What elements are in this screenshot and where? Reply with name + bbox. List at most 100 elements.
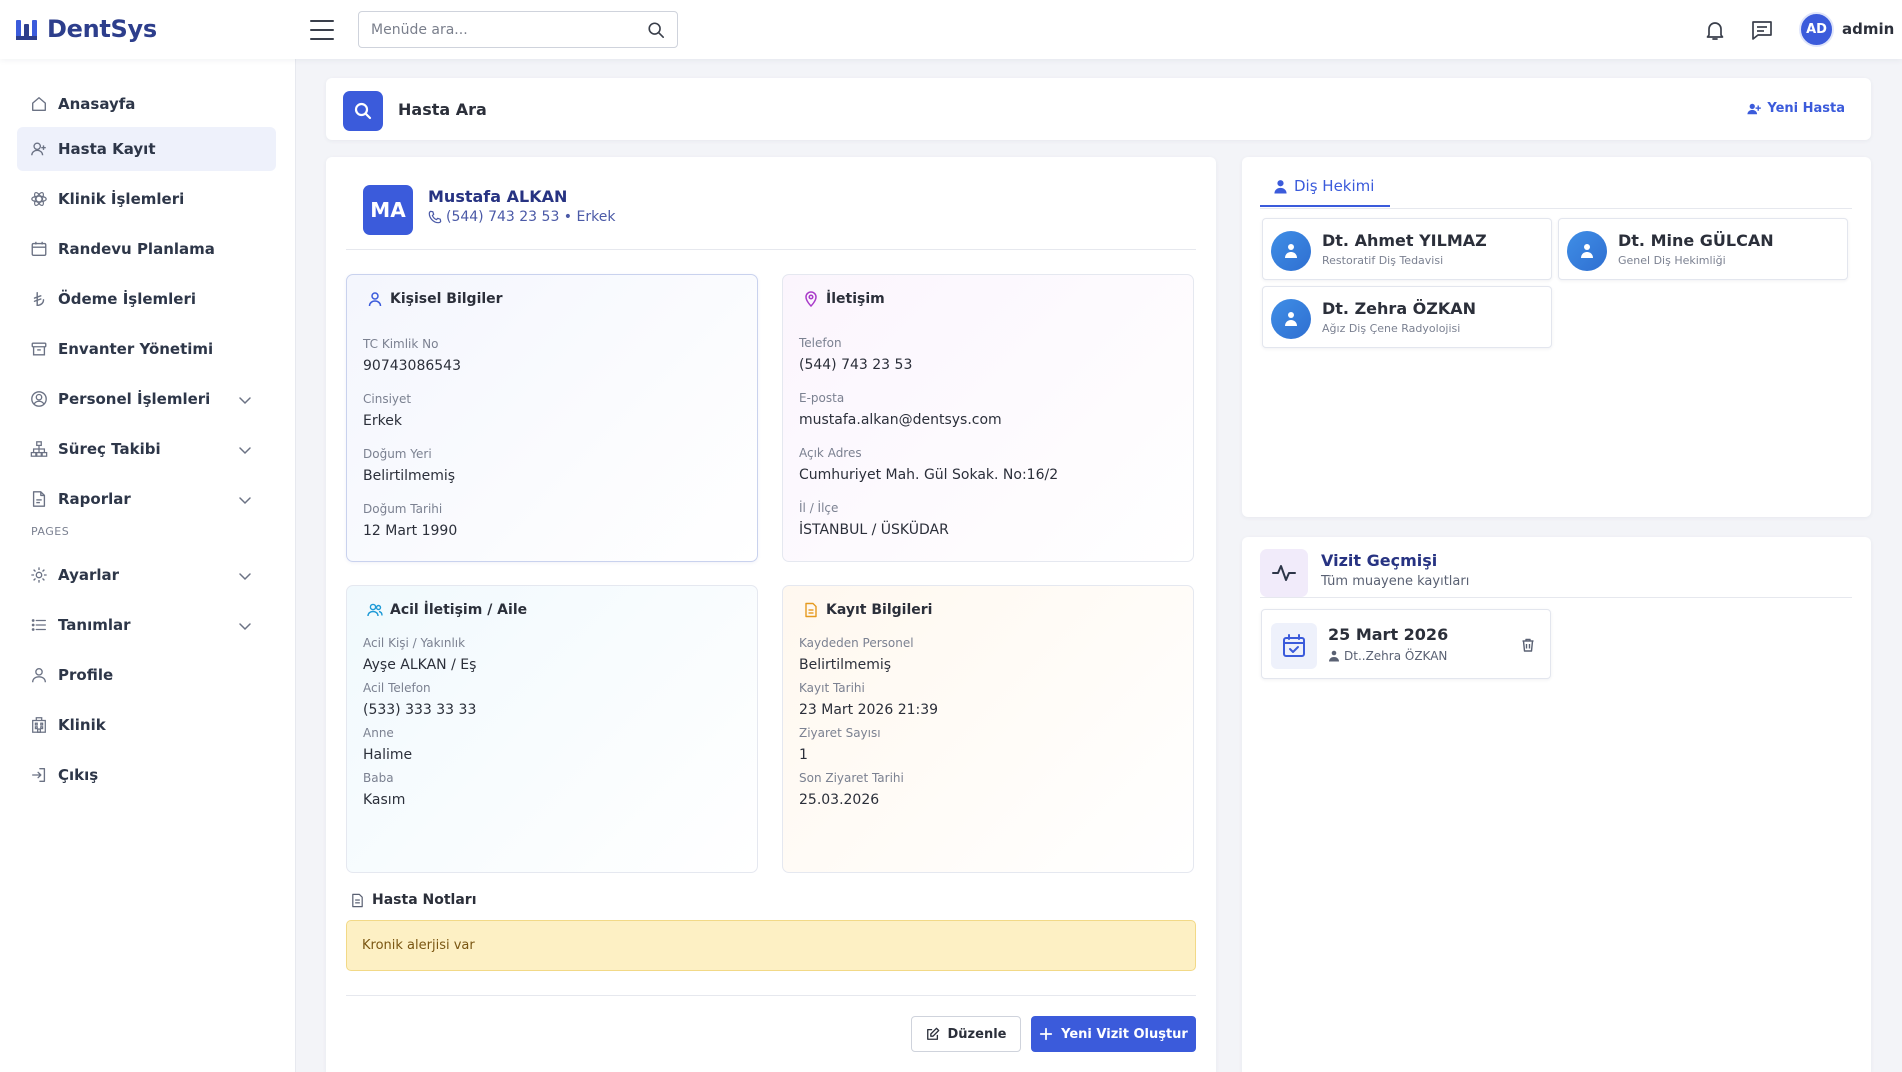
sidebar-item-home[interactable]: Anasayfa xyxy=(17,82,276,126)
patient-name: Mustafa ALKAN xyxy=(428,187,568,206)
tc-number-value: 90743086543 xyxy=(363,358,461,374)
registered-by-value: Belirtilmemiş xyxy=(799,657,892,673)
brand-name: DentSys xyxy=(47,15,157,43)
phone-icon xyxy=(428,210,442,224)
sidebar-item-label: Hasta Kayıt xyxy=(58,140,156,158)
chevron-down-icon xyxy=(239,447,251,455)
user-avatar[interactable]: AD xyxy=(1799,12,1834,47)
divider xyxy=(346,995,1196,996)
tab-dentist[interactable]: Diş Hekimi xyxy=(1260,177,1390,207)
user-plus-icon xyxy=(31,142,46,156)
visit-date: 25 Mart 2026 xyxy=(1328,625,1449,644)
top-bar: DentSys AD admin xyxy=(0,0,1902,59)
sidebar-item-profile[interactable]: Profile xyxy=(17,653,276,697)
visit-date-badge xyxy=(1271,623,1317,669)
dentist-specialty: Genel Diş Hekimliği xyxy=(1618,254,1726,267)
menu-search-input[interactable] xyxy=(359,12,629,47)
edit-button[interactable]: Düzenle xyxy=(911,1016,1021,1052)
patient-avatar: MA xyxy=(363,185,413,235)
sidebar-item-label: Tanımlar xyxy=(58,616,131,634)
sidebar-item-logout[interactable]: Çıkış xyxy=(17,753,276,797)
search-icon xyxy=(354,102,372,120)
personal-info-box: Kişisel Bilgiler TC Kimlik No 9074308654… xyxy=(346,274,758,562)
archive-icon xyxy=(31,342,47,356)
visit-history-card: Vizit Geçmişi Tüm muayene kayıtları 25 M… xyxy=(1242,537,1871,1072)
sidebar-item-label: Ayarlar xyxy=(58,566,120,584)
patient-summary: (544) 743 23 53 • Erkek xyxy=(428,209,615,225)
messages-icon[interactable] xyxy=(1750,18,1774,42)
gender-value: Erkek xyxy=(363,413,402,429)
sidebar-item-process[interactable]: Süreç Takibi xyxy=(17,427,276,471)
dentist-name: Dt. Ahmet YILMAZ xyxy=(1322,231,1487,250)
calendar-check-icon xyxy=(1283,634,1305,657)
field-label: Cinsiyet xyxy=(363,392,412,406)
visit-history-title: Vizit Geçmişi xyxy=(1321,551,1438,570)
sidebar-item-reports[interactable]: Raporlar xyxy=(17,477,276,521)
activity-icon xyxy=(1272,565,1296,581)
field-label: TC Kimlik No xyxy=(363,337,439,351)
sidebar-item-label: Süreç Takibi xyxy=(58,440,161,458)
list-icon xyxy=(31,619,46,631)
page-header: Hasta Ara Yeni Hasta xyxy=(326,78,1871,140)
registration-date-value: 23 Mart 2026 21:39 xyxy=(799,702,939,718)
document-icon xyxy=(805,602,817,618)
users-icon xyxy=(367,603,383,617)
note-icon xyxy=(352,893,363,907)
sidebar-item-patient-register[interactable]: Hasta Kayıt xyxy=(17,127,276,171)
sidebar-item-inventory[interactable]: Envanter Yönetimi xyxy=(17,327,276,371)
sidebar-item-payments[interactable]: Ödeme İşlemleri xyxy=(17,277,276,321)
sidebar-item-clinic[interactable]: Klinik xyxy=(17,703,276,747)
field-label: Doğum Yeri xyxy=(363,447,432,461)
sidebar-item-definitions[interactable]: Tanımlar xyxy=(17,603,276,647)
map-pin-icon xyxy=(805,291,817,307)
field-label: Ziyaret Sayısı xyxy=(799,726,881,740)
user-icon xyxy=(1274,180,1287,194)
notification-bell-icon[interactable] xyxy=(1703,18,1727,42)
sidebar-item-clinic-operations[interactable]: Klinik İşlemleri xyxy=(17,177,276,221)
sidebar-item-label: Anasayfa xyxy=(58,95,136,113)
email-value: mustafa.alkan@dentsys.com xyxy=(799,412,1002,428)
field-label: Kayıt Tarihi xyxy=(799,681,865,695)
doctor-avatar xyxy=(1567,231,1607,271)
new-patient-button[interactable]: Yeni Hasta xyxy=(1747,101,1845,116)
dentist-item[interactable]: Dt. Zehra ÖZKAN Ağız Diş Çene Radyolojis… xyxy=(1262,286,1552,348)
new-visit-button[interactable]: Yeni Vizit Oluştur xyxy=(1031,1016,1196,1052)
search-icon[interactable] xyxy=(647,21,665,39)
visit-count-value: 1 xyxy=(799,747,808,763)
calendar-icon xyxy=(31,241,47,256)
sidebar-item-staff[interactable]: Personel İşlemleri xyxy=(17,377,276,421)
patient-detail-card: MA Mustafa ALKAN (544) 743 23 53 • Erkek… xyxy=(326,157,1216,1072)
sidebar-item-label: Profile xyxy=(58,666,114,684)
mother-name-value: Halime xyxy=(363,747,413,763)
activity-badge xyxy=(1260,549,1308,597)
father-name-value: Kasım xyxy=(363,792,406,808)
patient-notes: Kronik alerjisi var xyxy=(346,920,1196,971)
sidebar-item-appointments[interactable]: Randevu Planlama xyxy=(17,227,276,271)
registration-info-title: Kayıt Bilgileri xyxy=(803,602,932,618)
page-title: Hasta Ara xyxy=(398,100,487,119)
sidebar: Anasayfa Hasta Kayıt Klinik İşlemleri Ra… xyxy=(0,59,296,1072)
sidebar-item-settings[interactable]: Ayarlar xyxy=(17,553,276,597)
emergency-contact-title: Acil İletişim / Aile xyxy=(367,602,527,618)
logo[interactable]: DentSys xyxy=(15,14,157,44)
emergency-contact-box: Acil İletişim / Aile Acil Kişi / Yakınlı… xyxy=(346,585,758,873)
visit-item[interactable]: 25 Mart 2026 Dt..Zehra ÖZKAN xyxy=(1261,609,1551,679)
dentist-item[interactable]: Dt. Ahmet YILMAZ Restoratif Diş Tedavisi xyxy=(1262,218,1552,280)
new-patient-label: Yeni Hasta xyxy=(1767,101,1845,116)
dentist-item[interactable]: Dt. Mine GÜLCAN Genel Diş Hekimliği xyxy=(1558,218,1848,280)
doctor-icon xyxy=(1285,244,1297,258)
trash-icon[interactable] xyxy=(1520,637,1536,653)
menu-toggle-icon[interactable] xyxy=(310,20,334,40)
address-value: Cumhuriyet Mah. Gül Sokak. No:16/2 xyxy=(799,467,1059,483)
patient-notes-title: Hasta Notları xyxy=(350,892,477,908)
sidebar-section-pages: PAGES xyxy=(31,525,70,538)
dentist-name: Dt. Mine GÜLCAN xyxy=(1618,231,1774,250)
city-district-value: İSTANBUL / ÜSKÜDAR xyxy=(799,522,949,538)
building-icon xyxy=(32,717,46,733)
user-name[interactable]: admin xyxy=(1842,20,1894,38)
doctor-icon xyxy=(1285,312,1297,326)
sidebar-item-label: Klinik İşlemleri xyxy=(58,190,185,208)
user-circle-icon xyxy=(31,391,47,407)
registration-info-box: Kayıt Bilgileri Kaydeden Personel Belirt… xyxy=(782,585,1194,873)
divider xyxy=(1260,597,1852,598)
